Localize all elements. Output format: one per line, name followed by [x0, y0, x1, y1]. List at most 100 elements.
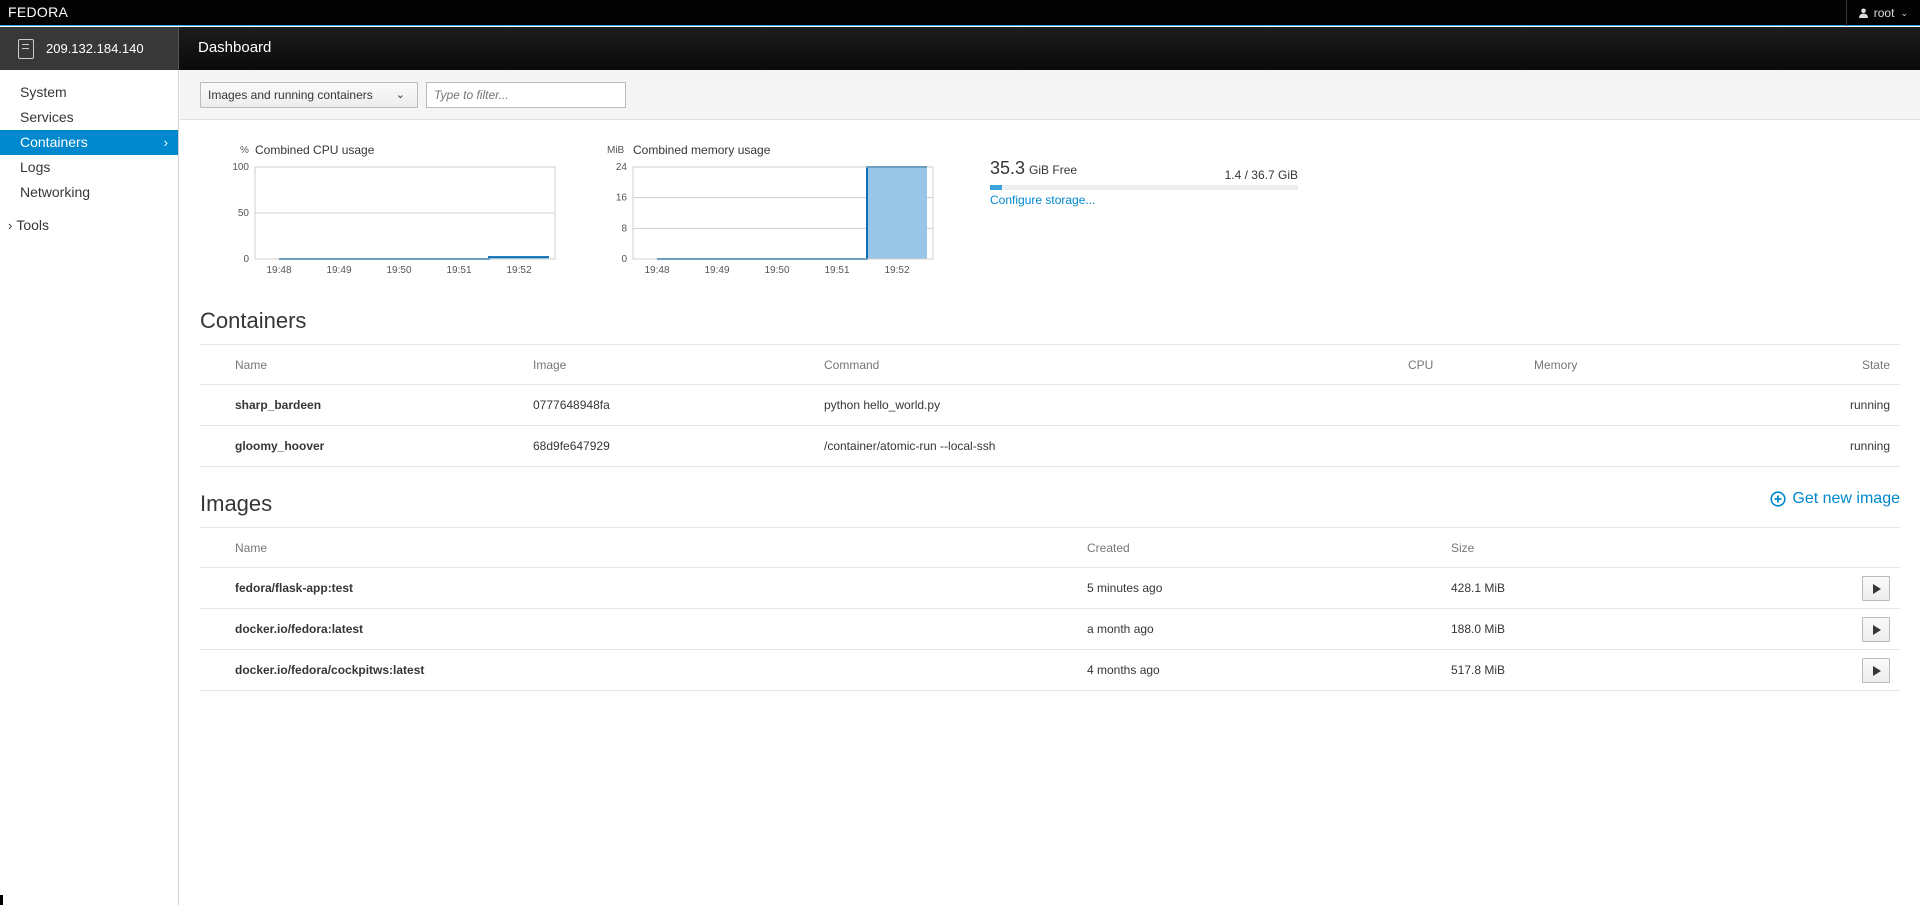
storage-ratio: 1.4 / 36.7 GiB — [1224, 168, 1298, 182]
run-image-button[interactable] — [1862, 617, 1890, 642]
top-bar: FEDORA root ⌄ — [0, 0, 1920, 26]
col-size: Size — [1451, 541, 1475, 555]
table-row[interactable]: docker.io/fedora:latest a month ago 188.… — [200, 609, 1900, 650]
run-image-button[interactable] — [1862, 576, 1890, 601]
image-size: 188.0 MiB — [1451, 622, 1506, 636]
server-icon — [18, 38, 34, 59]
table-row[interactable]: fedora/flask-app:test 5 minutes ago 428.… — [200, 568, 1900, 609]
col-command: Command — [824, 358, 880, 372]
plus-circle-icon — [1770, 491, 1786, 507]
image-created: 4 months ago — [1087, 663, 1160, 677]
sidebar: System Services Containers › Logs Networ… — [0, 70, 179, 905]
host-selector[interactable]: 209.132.184.140 — [0, 27, 179, 70]
container-image: 0777648948fa — [533, 398, 610, 412]
containers-section-title: Containers — [200, 308, 307, 333]
col-cpu: CPU — [1408, 358, 1434, 372]
col-created: Created — [1087, 541, 1130, 555]
y-tick-label: 100 — [232, 162, 249, 173]
user-icon — [1858, 8, 1868, 18]
memory-chart-unit: MiB — [607, 145, 625, 156]
col-name: Name — [235, 358, 268, 372]
x-tick-label: 19:48 — [266, 265, 291, 276]
filter-input[interactable] — [426, 82, 626, 108]
table-row[interactable]: docker.io/fedora/cockpitws:latest 4 mont… — [200, 650, 1900, 691]
user-name: root — [1873, 6, 1895, 20]
container-image: 68d9fe647929 — [533, 439, 610, 453]
view-filter-dropdown[interactable]: Images and running containers ⌄ — [200, 82, 418, 108]
storage-progress-bar — [990, 185, 1298, 190]
x-tick-label: 19:50 — [764, 265, 789, 276]
host-address: 209.132.184.140 — [46, 41, 144, 56]
sidebar-item-label: Containers — [20, 134, 88, 150]
x-tick-label: 19:51 — [824, 265, 849, 276]
y-tick-label: 50 — [238, 208, 250, 219]
image-name[interactable]: docker.io/fedora/cockpitws:latest — [235, 650, 424, 690]
y-tick-label: 0 — [621, 254, 627, 265]
image-name[interactable]: docker.io/fedora:latest — [235, 609, 363, 649]
table-header: Name Image Command CPU Memory State — [200, 344, 1900, 385]
col-state: State — [1861, 358, 1890, 372]
storage-free-value: 35.3 — [990, 158, 1026, 178]
memory-chart-title: Combined memory usage — [633, 143, 771, 157]
get-new-image-button[interactable]: Get new image — [1770, 490, 1900, 508]
container-name[interactable]: sharp_bardeen — [235, 385, 321, 425]
sidebar-item-containers[interactable]: Containers › — [0, 130, 178, 155]
sidebar-item-tools[interactable]: › Tools — [0, 213, 178, 238]
container-state: running — [1849, 398, 1890, 412]
chevron-down-icon: ⌄ — [1900, 7, 1908, 18]
x-tick-label: 19:49 — [704, 265, 729, 276]
sidebar-item-networking[interactable]: Networking — [0, 180, 178, 205]
images-table: Name Created Size fedora/flask-app:test … — [200, 527, 1900, 691]
sidebar-item-label: Tools — [16, 217, 50, 233]
table-header: Name Created Size — [200, 527, 1900, 568]
image-created: a month ago — [1087, 622, 1154, 636]
dropdown-label: Images and running containers — [208, 88, 373, 102]
user-menu[interactable]: root ⌄ — [1845, 0, 1920, 26]
cpu-chart-unit: % — [240, 145, 249, 156]
sidebar-item-system[interactable]: System — [0, 80, 178, 105]
image-name[interactable]: fedora/flask-app:test — [235, 568, 353, 608]
x-tick-label: 19:52 — [884, 265, 909, 276]
image-size: 428.1 MiB — [1451, 581, 1506, 595]
page-title: Dashboard — [198, 39, 272, 56]
containers-table: Name Image Command CPU Memory State shar… — [200, 344, 1900, 467]
table-row[interactable]: sharp_bardeen 0777648948fa python hello_… — [200, 385, 1900, 426]
image-size: 517.8 MiB — [1451, 663, 1506, 677]
container-command: python hello_world.py — [824, 398, 941, 412]
x-tick-label: 19:51 — [446, 265, 471, 276]
run-image-button[interactable] — [1862, 658, 1890, 683]
image-created: 5 minutes ago — [1087, 581, 1163, 595]
chevron-right-icon: › — [8, 218, 13, 233]
get-new-image-label: Get new image — [1792, 490, 1900, 507]
memory-usage-chart: 24 16 8 0 19:48 19:49 19:50 19:51 19:52 — [616, 162, 934, 276]
chevron-down-icon: ⌄ — [395, 89, 405, 101]
y-tick-label: 0 — [243, 254, 249, 265]
storage-progress-fill — [990, 185, 1002, 190]
y-tick-label: 8 — [621, 223, 627, 234]
storage-summary: 35.3 GiB Free 1.4 / 36.7 GiB Configure st… — [990, 158, 1298, 207]
corner-marker — [0, 895, 3, 905]
chevron-right-icon: › — [163, 135, 168, 150]
col-name: Name — [235, 541, 268, 555]
configure-storage-link[interactable]: Configure storage... — [990, 193, 1298, 207]
filter-bar: Images and running containers ⌄ — [180, 70, 1920, 120]
x-tick-label: 19:49 — [326, 265, 351, 276]
col-image: Image — [533, 358, 567, 372]
cpu-chart-title: Combined CPU usage — [255, 143, 375, 157]
col-memory: Memory — [1534, 358, 1578, 372]
x-tick-label: 19:52 — [506, 265, 531, 276]
x-tick-label: 19:48 — [644, 265, 669, 276]
cpu-usage-chart: 100 50 0 19:48 19:49 19:50 19:51 19:52 — [232, 162, 556, 276]
host-bar: 209.132.184.140 Dashboard — [0, 27, 1920, 70]
sidebar-item-logs[interactable]: Logs — [0, 155, 178, 180]
storage-free-unit: GiB Free — [1029, 163, 1078, 177]
brand-logo: FEDORA — [8, 4, 69, 20]
sidebar-item-services[interactable]: Services — [0, 105, 178, 130]
x-tick-label: 19:50 — [386, 265, 411, 276]
container-command: /container/atomic-run --local-ssh — [824, 439, 996, 453]
y-tick-label: 24 — [616, 162, 628, 173]
table-row[interactable]: gloomy_hoover 68d9fe647929 /container/at… — [200, 426, 1900, 467]
container-name[interactable]: gloomy_hoover — [235, 426, 324, 466]
container-state: running — [1849, 439, 1890, 453]
y-tick-label: 16 — [616, 193, 628, 204]
